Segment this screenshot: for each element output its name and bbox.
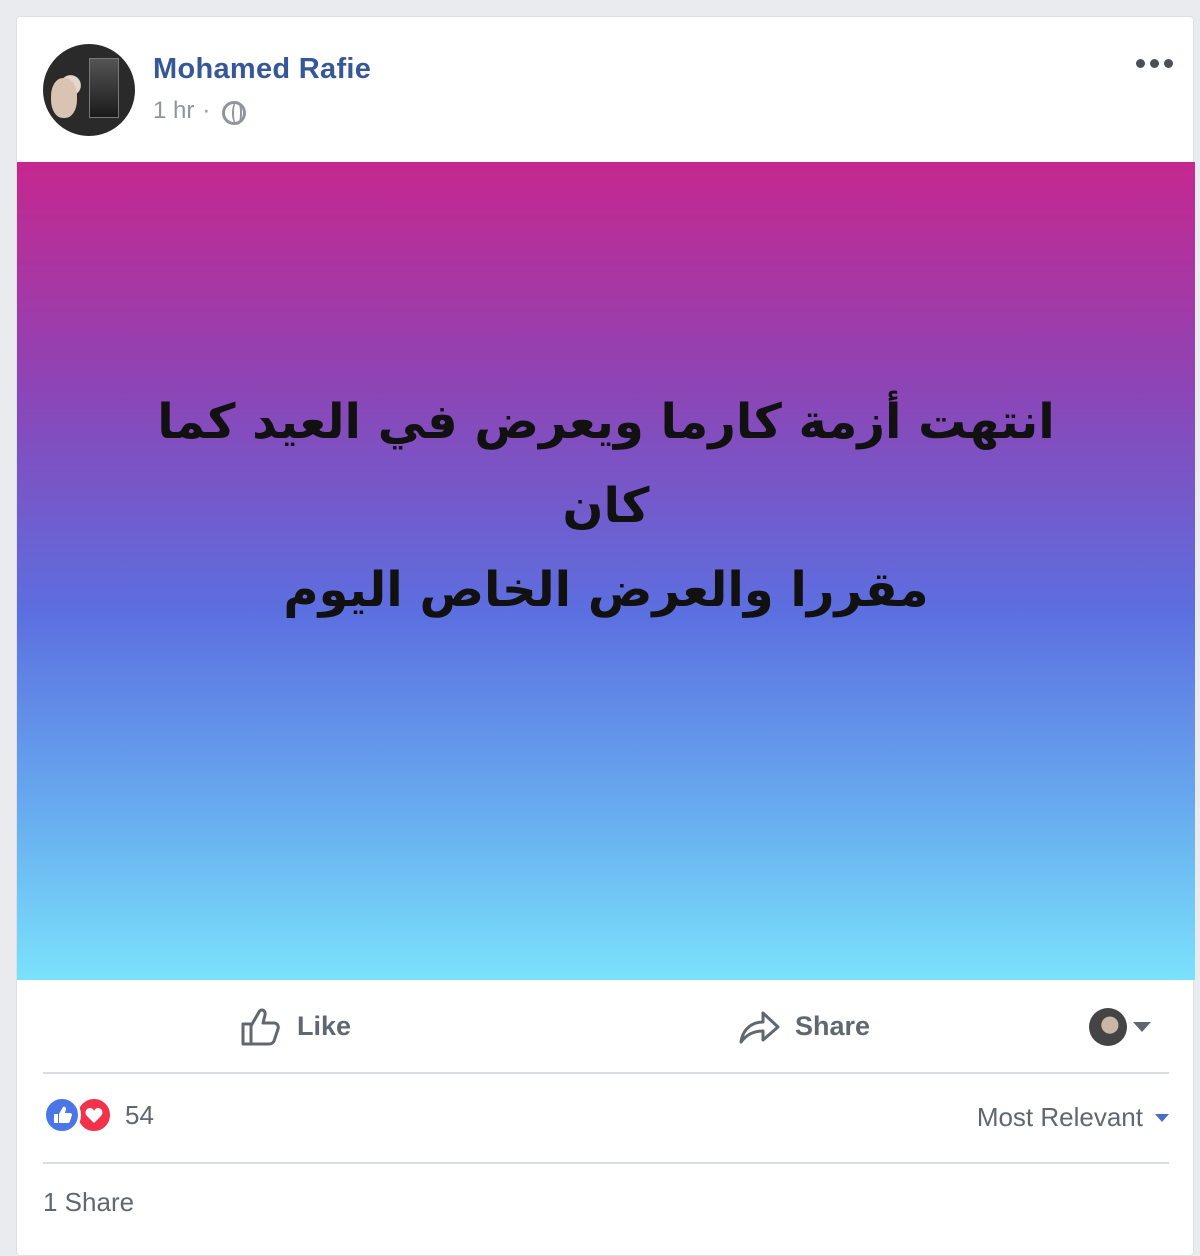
post-meta: 1 hr · (153, 97, 247, 125)
reactions-bar: 54 Most Relevant (43, 1074, 1169, 1164)
reaction-icons[interactable] (43, 1096, 113, 1134)
share-arrow-icon (739, 1011, 780, 1044)
action-bar: Like Share (43, 982, 1169, 1074)
profile-mini-avatar (1089, 1008, 1127, 1046)
post-time[interactable]: 1 hr (153, 97, 194, 125)
meta-separator: · (202, 97, 211, 124)
post-text: انتهت أزمة كارما ويعرض في العيد كما كان … (106, 380, 1106, 632)
thumbs-up-icon (241, 1008, 280, 1046)
share-label: Share (795, 1010, 871, 1041)
author-name[interactable]: Mohamed Rafie (153, 53, 371, 86)
sort-label: Most Relevant (976, 1102, 1143, 1132)
dot-3 (1164, 59, 1173, 68)
sort-comments-dropdown[interactable]: Most Relevant (977, 1102, 1169, 1133)
heart-icon (85, 1108, 103, 1123)
avatar-face (51, 78, 77, 118)
more-options-icon[interactable] (1136, 59, 1173, 68)
post-text-line-2: مقررا والعرض الخاص اليوم (283, 562, 929, 618)
reaction-count[interactable]: 54 (125, 1100, 154, 1131)
like-reaction-icon (43, 1096, 81, 1134)
share-count[interactable]: 1 Share (43, 1187, 134, 1218)
thumbs-up-small-icon (54, 1106, 72, 1123)
globe-icon[interactable] (222, 101, 247, 125)
post-text-line-1: انتهت أزمة كارما ويعرض في العيد كما كان (157, 394, 1055, 534)
post-background: انتهت أزمة كارما ويعرض في العيد كما كان … (17, 162, 1195, 980)
like-button[interactable]: Like (239, 1004, 351, 1048)
dot-1 (1136, 59, 1145, 68)
author-avatar[interactable] (43, 44, 135, 136)
share-button[interactable]: Share (737, 1004, 870, 1048)
chevron-down-icon (1133, 1022, 1151, 1032)
post-card: Mohamed Rafie 1 hr · انتهت أزمة كارما وي… (16, 16, 1195, 1256)
chevron-down-icon (1155, 1113, 1169, 1122)
avatar-poster (89, 58, 119, 118)
like-label: Like (297, 1010, 352, 1041)
post-as-selector[interactable] (1089, 1008, 1151, 1046)
dot-2 (1150, 59, 1159, 68)
